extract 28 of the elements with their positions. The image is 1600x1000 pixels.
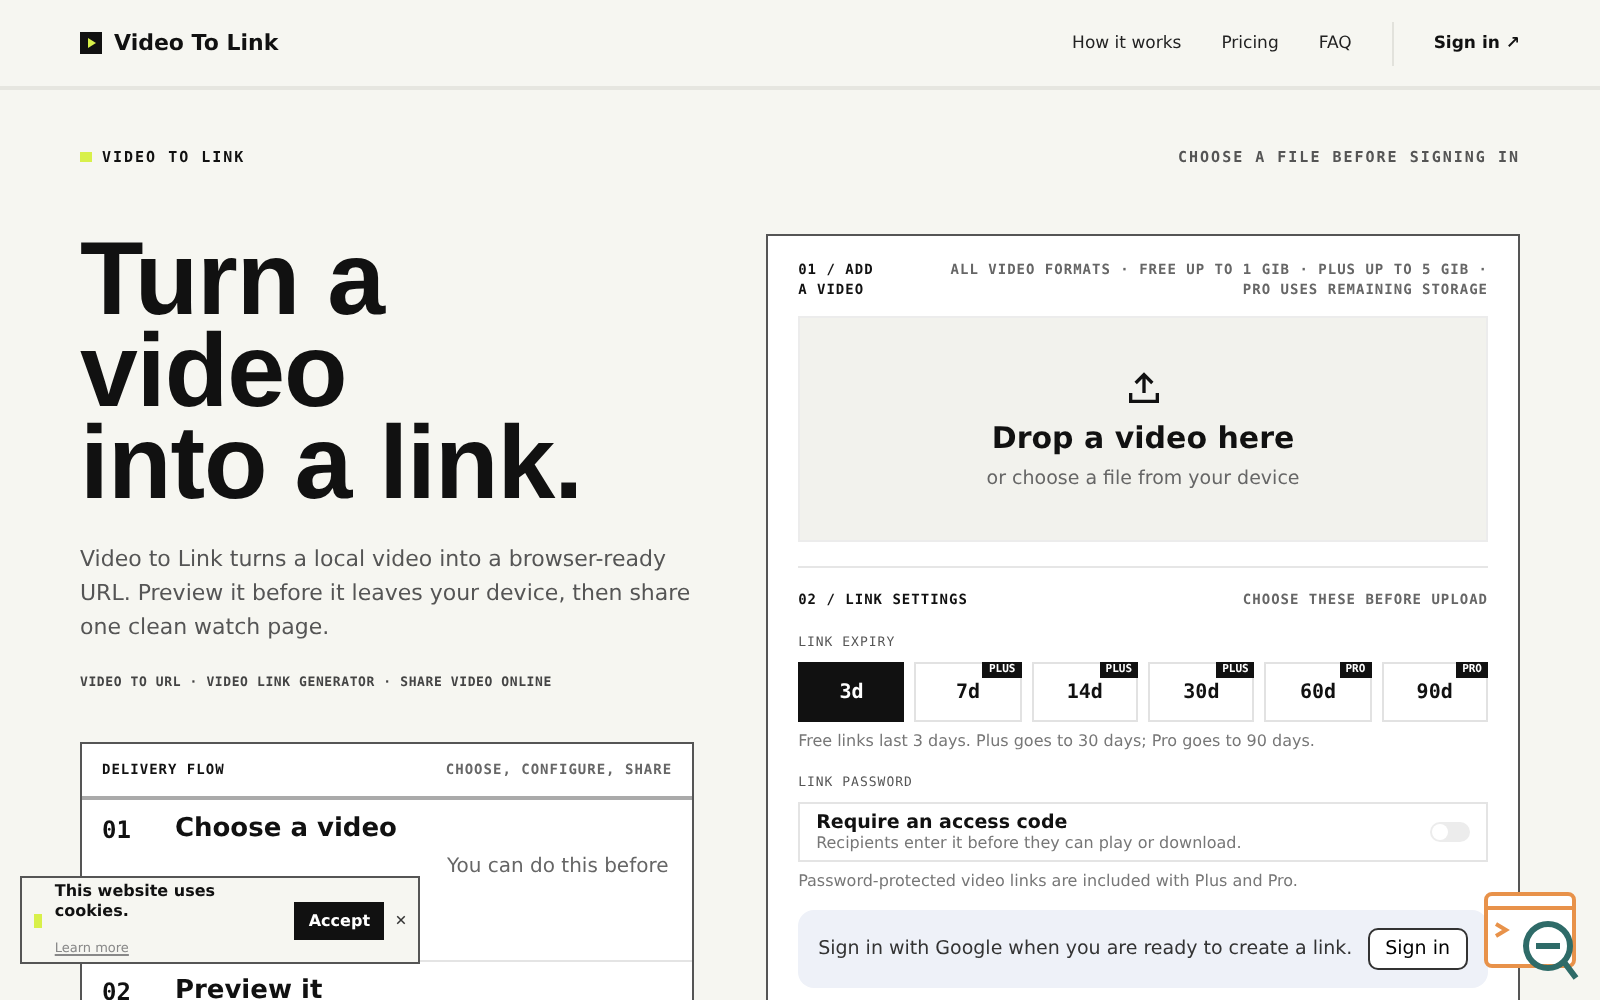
password-help: Password-protected video links are included with Plus and Pro. [798, 872, 1300, 890]
banner-text: Sign in with Google when you are ready to create a link. [818, 938, 1353, 960]
brand-name: Video To Link [114, 30, 279, 56]
close-icon[interactable] [396, 912, 406, 928]
drop-hint: or choose a file from your device [986, 468, 1300, 490]
nav-link[interactable]: Pricing [1221, 33, 1279, 53]
hero-headline: Turn a video into a link. [80, 234, 585, 510]
sign-in-button[interactable]: Sign in [1367, 928, 1468, 970]
step-title: Preview it [174, 978, 323, 1000]
drop-zone[interactable]: Drop a video here or choose a file from your device [798, 316, 1488, 542]
nav-link[interactable]: FAQ [1318, 33, 1352, 53]
nav-link[interactable]: How it works [1072, 33, 1182, 53]
accent-square-icon [34, 913, 43, 927]
toggle-hint: Recipients enter it before they can play or download. [816, 834, 1242, 852]
accent-square-icon [80, 152, 92, 162]
expiry-option[interactable]: 3d [798, 662, 905, 722]
step-description: You can do this before [446, 855, 669, 878]
step-title: Choose a video [174, 816, 399, 844]
expiry-help: Free links last 3 days. Plus goes to 30 days; Pro goes to 90 days. [798, 732, 1317, 750]
drop-title: Drop a video here [991, 420, 1295, 456]
upload-icon [1123, 368, 1164, 408]
play-logo-icon [80, 32, 102, 54]
toggle-title: Require an access code [816, 812, 1070, 834]
accept-button[interactable]: Accept [294, 901, 385, 939]
hero-intro: Video to Link turns a local video into a browser-ready URL. Preview it before it leaves your device, then share one clean watch page. [80, 544, 693, 644]
cookie-text: This website uses cookies. [54, 881, 218, 921]
step-number: 02 [102, 980, 131, 1000]
sign-in-link[interactable]: Sign in ↗ [1433, 33, 1520, 53]
